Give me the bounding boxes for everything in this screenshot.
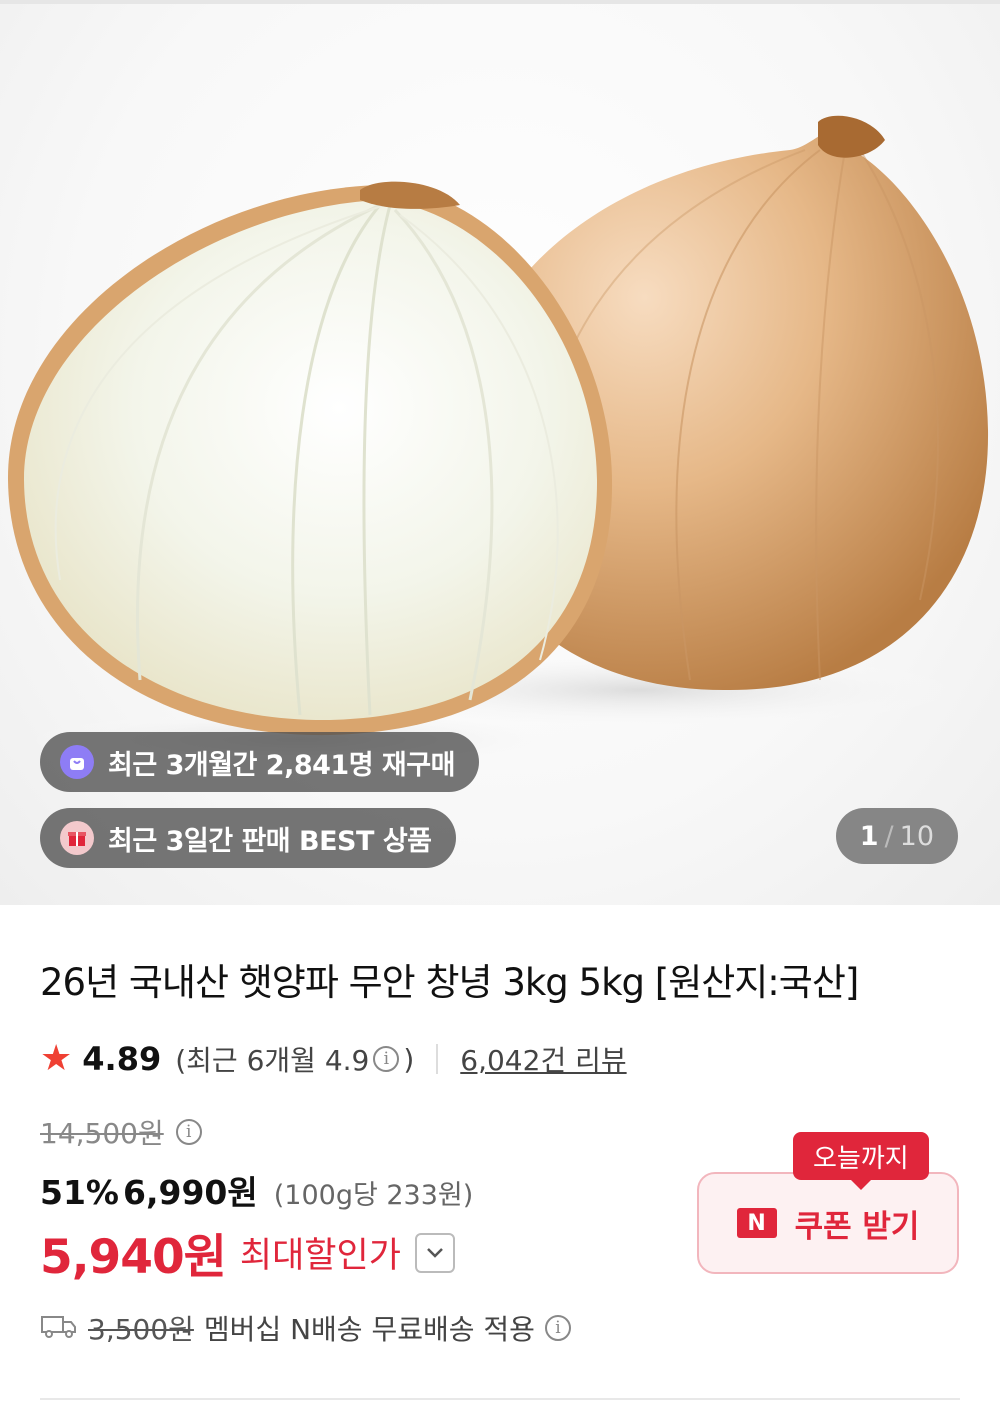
sale-price: 6,990원	[123, 1173, 258, 1212]
shipping-info-icon[interactable]: i	[544, 1315, 571, 1341]
unit-price: (100g당 233원)	[273, 1180, 474, 1211]
final-price-row: 5,940원 최대할인가	[40, 1218, 455, 1287]
best-seller-text: 최근 3일간 판매 BEST 상품	[108, 825, 432, 857]
final-price: 5,940원	[40, 1230, 227, 1285]
info-icon[interactable]: i	[373, 1046, 400, 1072]
star-icon: ★	[40, 1038, 73, 1079]
review-count-link[interactable]: 6,042건 리뷰	[460, 1039, 626, 1079]
gift-box-icon	[60, 821, 94, 855]
sale-price-row: 51% 6,990원 (100g당 233원)	[40, 1166, 473, 1214]
shopping-bag-icon	[60, 745, 94, 779]
final-price-label: 최대할인가	[239, 1236, 401, 1276]
price-detail-toggle[interactable]	[414, 1232, 455, 1273]
naver-coupon-icon: N	[736, 1208, 777, 1238]
original-price-row: 14,500원 i	[40, 1112, 206, 1152]
image-counter-separator: /	[884, 820, 894, 852]
chevron-down-icon	[427, 1247, 443, 1258]
repurchase-text: 최근 3개월간 2,841명 재구매	[108, 749, 455, 781]
discount-rate: 51%	[40, 1173, 119, 1212]
shipping-original-fee: 3,500원	[88, 1313, 194, 1346]
shipping-text: 멤버십 N배송 무료배송 적용	[203, 1313, 535, 1346]
image-counter: 1 / 10	[835, 808, 958, 864]
truck-icon	[40, 1312, 78, 1344]
original-price: 14,500원	[40, 1117, 164, 1150]
recent-rating-text: (최근 6개월 4.9	[175, 1044, 370, 1077]
coupon-deadline-tag: 오늘까지	[793, 1132, 929, 1190]
product-title: 26년 국내산 햇양파 무안 창녕 3kg 5kg [원산지:국산]	[40, 961, 859, 1004]
image-counter-total: 10	[899, 820, 934, 852]
repurchase-badge: 최근 3개월간 2,841명 재구매	[40, 732, 479, 792]
bottom-divider	[40, 1398, 960, 1400]
coupon-label: 쿠폰 받기	[794, 1208, 920, 1245]
recent-rating-close: )	[403, 1042, 415, 1076]
image-counter-current: 1	[859, 820, 879, 852]
rating-divider	[436, 1044, 439, 1074]
coupon-area: N 쿠폰 받기 오늘까지	[697, 1132, 959, 1274]
price-info-icon[interactable]: i	[175, 1119, 202, 1145]
recent-rating: (최근 6개월 4.9 i )	[175, 1039, 414, 1079]
coupon-download-button[interactable]: N 쿠폰 받기	[697, 1172, 959, 1274]
shipping-row: 3,500원 멤버십 N배송 무료배송 적용 i	[40, 1308, 575, 1348]
rating-score: 4.89	[82, 1040, 162, 1078]
best-seller-badge: 최근 3일간 판매 BEST 상품	[40, 808, 456, 868]
top-divider	[0, 0, 1000, 4]
rating-row: ★ 4.89 (최근 6개월 4.9 i ) 6,042건 리뷰	[40, 1035, 627, 1083]
product-image-carousel[interactable]: 최근 3개월간 2,841명 재구매 최근 3일간 판매 BEST 상품 1 /…	[0, 0, 1000, 905]
